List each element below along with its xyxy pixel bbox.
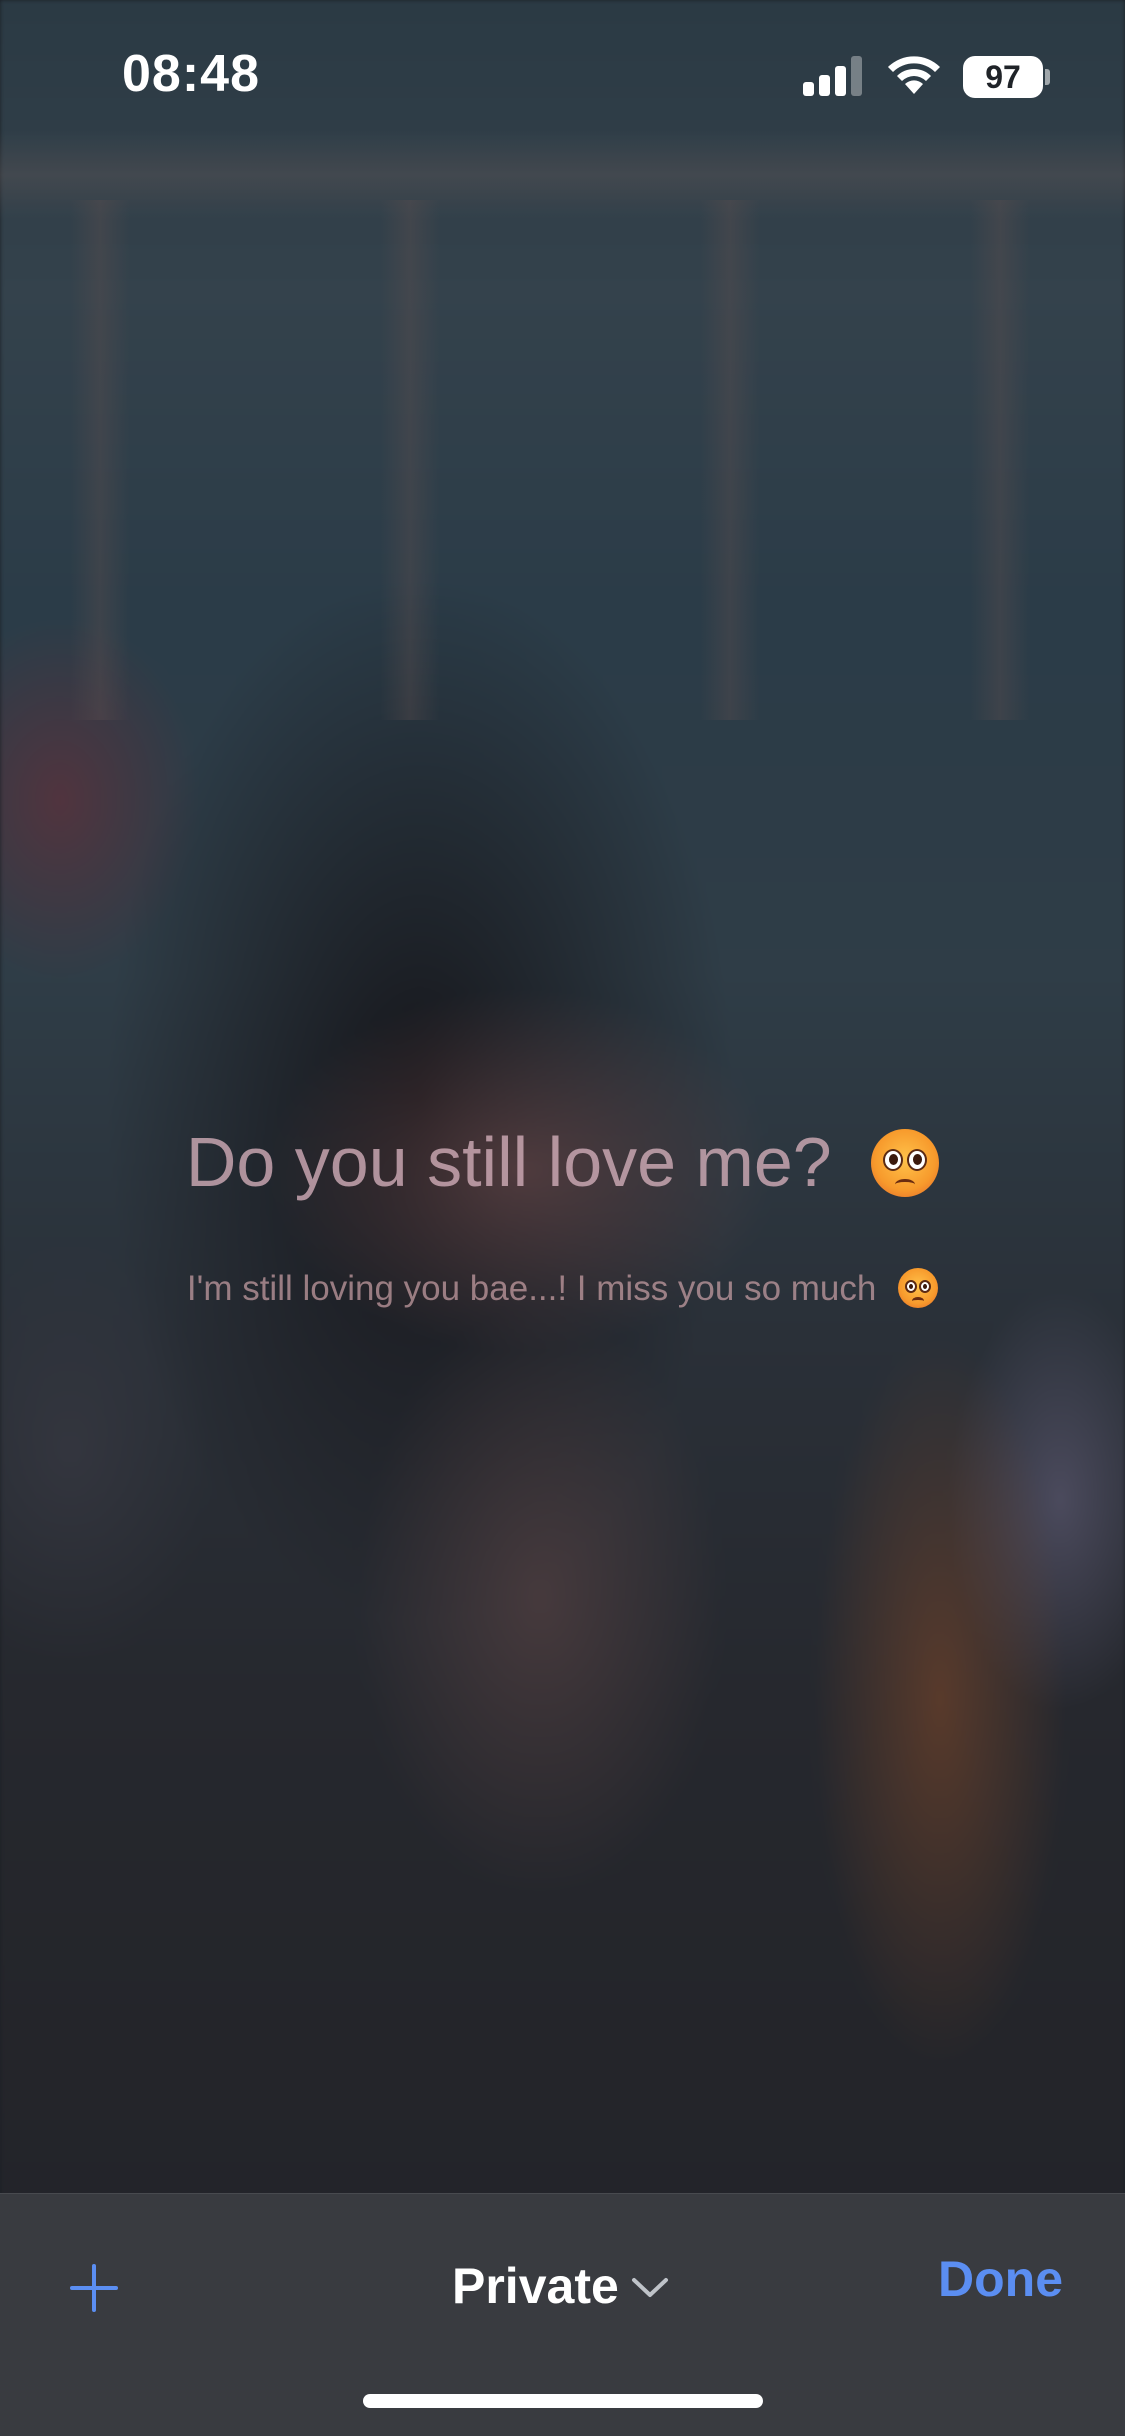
battery-tip: [1045, 69, 1050, 85]
chevron-down-icon: [631, 2278, 668, 2297]
screen: 08:48 97 Do you still love me? I'm still…: [0, 0, 1125, 2436]
done-button[interactable]: Done: [938, 2250, 1063, 2308]
background-pillar: [70, 200, 130, 720]
status-bar: 08:48 97: [0, 0, 1125, 150]
background-pillar: [700, 200, 760, 720]
cellular-signal-icon: [803, 56, 865, 96]
background-pillar: [380, 200, 440, 720]
pleading-face-emoji: [898, 1267, 939, 1308]
status-time: 08:48: [122, 45, 260, 103]
blurred-photo-background: [0, 0, 1125, 2436]
note-subtitle: I'm still loving you bae...! I miss you …: [0, 1267, 1125, 1309]
home-indicator[interactable]: [363, 2394, 763, 2408]
note-subtitle-text: I'm still loving you bae...! I miss you …: [186, 1269, 877, 1308]
wifi-icon: [888, 56, 940, 94]
plus-icon[interactable]: [62, 2256, 126, 2320]
note-title-text: Do you still love me?: [185, 1123, 832, 1201]
privacy-label: Private: [452, 2258, 619, 2314]
privacy-selector-button[interactable]: Private: [452, 2246, 669, 2326]
background-pillar: [970, 200, 1030, 720]
pleading-face-emoji: [871, 1128, 940, 1197]
battery-icon: 97: [963, 56, 1043, 98]
note-title: Do you still love me?: [0, 1122, 1125, 1202]
